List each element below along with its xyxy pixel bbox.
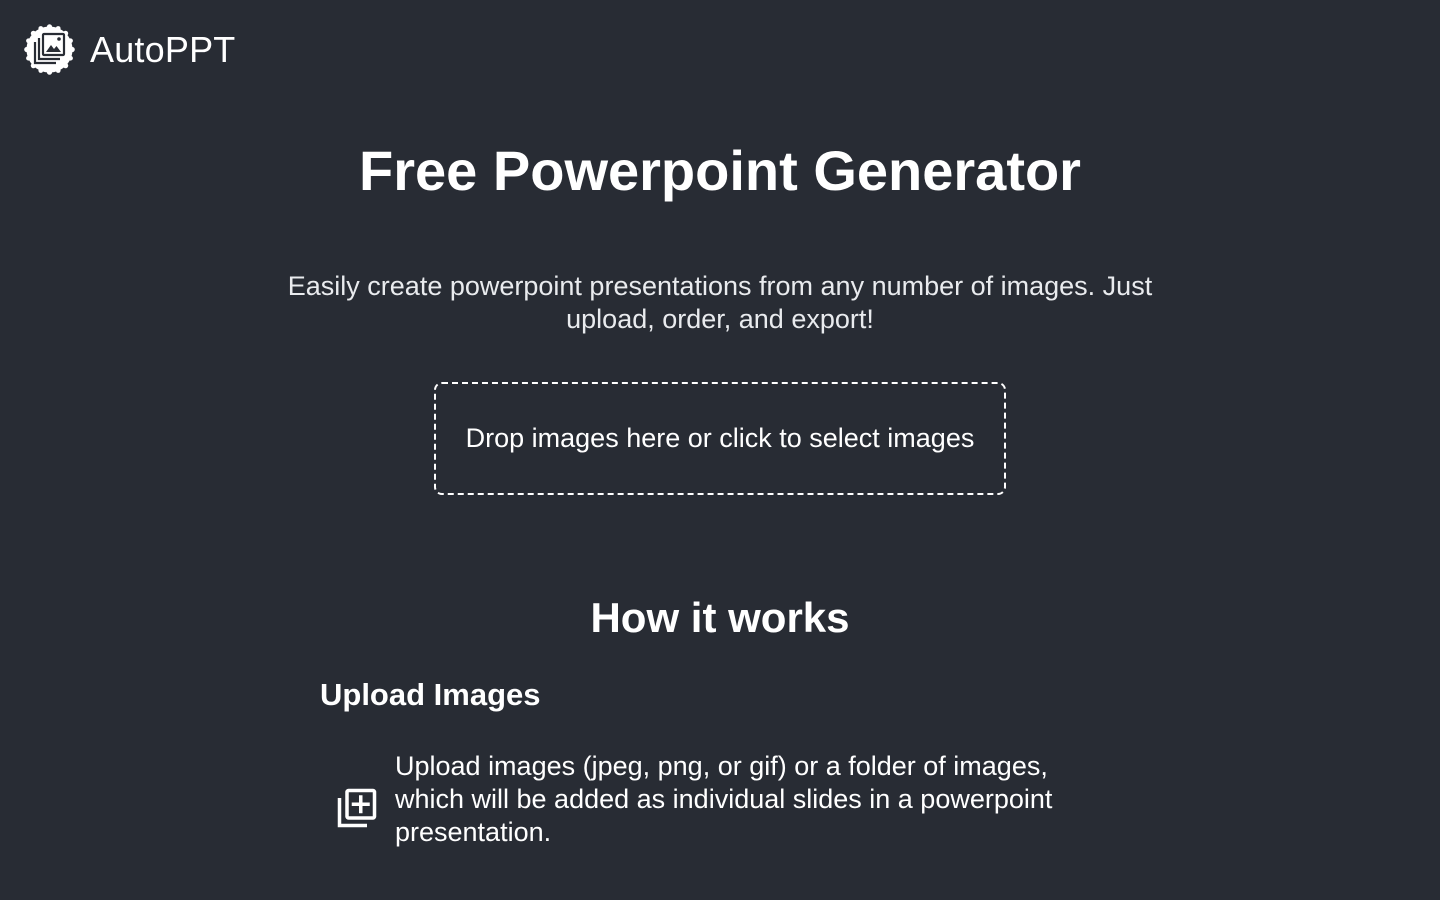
image-dropzone[interactable]: Drop images here or click to select imag… — [434, 382, 1006, 495]
add-to-library-icon — [337, 788, 377, 828]
hero-subtitle: Easily create powerpoint presentations f… — [287, 271, 1153, 334]
dropzone-label: Drop images here or click to select imag… — [465, 423, 975, 453]
step-description-upload-images: Upload images (jpeg, png, or gif) or a f… — [395, 751, 1053, 847]
brand-home-link[interactable]: AutoPPT — [24, 24, 235, 75]
stacked-images-logo-icon — [24, 24, 75, 75]
step-title-upload-images: Upload Images — [320, 677, 541, 712]
page-title: Free Powerpoint Generator — [359, 139, 1081, 202]
brand-name: AutoPPT — [90, 28, 236, 70]
page: AutoPPT Free Powerpoint Generator Easily… — [0, 0, 1440, 900]
how-it-works-title: How it works — [590, 594, 850, 641]
